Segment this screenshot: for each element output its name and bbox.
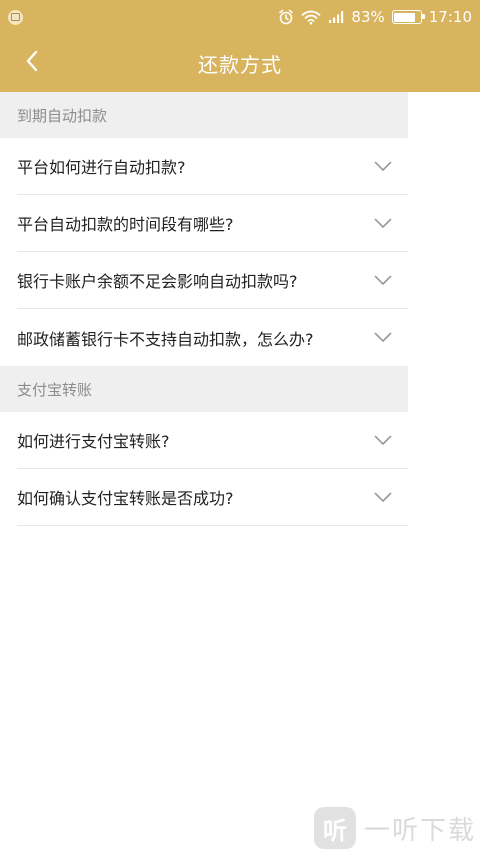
chevron-down-icon bbox=[374, 161, 392, 172]
chevron-down-icon bbox=[374, 492, 392, 503]
battery-level-fill bbox=[394, 12, 416, 22]
faq-question: 平台自动扣款的时间段有哪些? bbox=[17, 215, 234, 234]
navigation-bar: 还款方式 bbox=[0, 34, 480, 92]
section-title: 支付宝转账 bbox=[17, 380, 93, 399]
chevron-down-icon bbox=[374, 275, 392, 286]
page-title: 还款方式 bbox=[198, 52, 282, 77]
watermark-logo: 听 bbox=[313, 807, 356, 849]
faq-item[interactable]: 平台自动扣款的时间段有哪些? bbox=[17, 195, 408, 252]
faq-item[interactable]: 银行卡账户余额不足会影响自动扣款吗? bbox=[17, 252, 408, 309]
chevron-down-icon bbox=[374, 332, 392, 343]
status-bar: 83% 17:10 bbox=[0, 0, 480, 34]
section-header-auto-debit: 到期自动扣款 bbox=[0, 92, 408, 138]
chevron-down-icon bbox=[374, 218, 392, 229]
chevron-left-icon bbox=[25, 50, 39, 76]
status-icons: 83% 17:10 bbox=[278, 8, 472, 26]
app-notification-icon bbox=[8, 9, 23, 25]
faq-question: 邮政储蓄银行卡不支持自动扣款，怎么办? bbox=[17, 329, 314, 349]
watermark-logo-char: 听 bbox=[322, 816, 347, 845]
battery-percent: 83% bbox=[351, 8, 385, 26]
alarm-icon bbox=[278, 9, 294, 25]
section-title: 到期自动扣款 bbox=[17, 106, 108, 125]
faq-question: 银行卡账户余额不足会影响自动扣款吗? bbox=[17, 272, 298, 291]
faq-list: 到期自动扣款 平台如何进行自动扣款? 平台自动扣款的时间段有哪些? 银行卡账户余… bbox=[0, 92, 408, 526]
battery-icon bbox=[391, 10, 425, 24]
section-header-alipay-transfer: 支付宝转账 bbox=[0, 366, 408, 412]
faq-question: 如何确认支付宝转账是否成功? bbox=[17, 489, 234, 508]
faq-item[interactable]: 如何进行支付宝转账? bbox=[17, 412, 408, 469]
wifi-icon bbox=[301, 9, 321, 25]
watermark-text: 一听下载 bbox=[363, 815, 476, 846]
clock: 17:10 bbox=[428, 8, 472, 26]
signal-icon bbox=[328, 10, 344, 24]
chevron-down-icon bbox=[374, 435, 392, 446]
watermark: 听 一听下载 bbox=[313, 807, 476, 849]
faq-item[interactable]: 平台如何进行自动扣款? bbox=[17, 138, 408, 195]
faq-question: 平台如何进行自动扣款? bbox=[17, 158, 186, 177]
faq-question: 如何进行支付宝转账? bbox=[17, 432, 170, 451]
faq-item[interactable]: 如何确认支付宝转账是否成功? bbox=[17, 469, 408, 526]
back-button[interactable] bbox=[10, 34, 54, 92]
faq-item[interactable]: 邮政储蓄银行卡不支持自动扣款，怎么办? bbox=[17, 309, 408, 366]
